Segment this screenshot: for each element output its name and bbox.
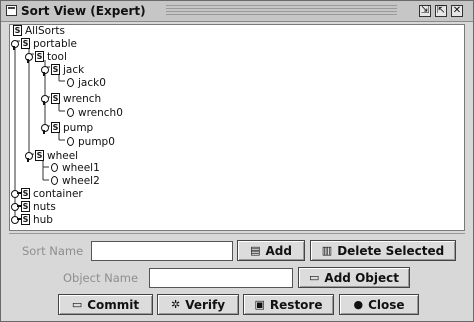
tree-node-tool[interactable]: S tool [25,50,67,63]
restore-icon: ▣ [254,298,265,311]
sort-icon: S [35,51,44,62]
close-label: Close [368,297,405,312]
commit-label: Commit [87,297,140,312]
tree-node-label: wrench0 [78,106,123,119]
tree-node-label: tool [47,50,67,63]
object-icon [51,176,58,185]
sort-name-input[interactable] [91,241,233,261]
object-name-label: Object Name [63,271,139,285]
close-window-icon[interactable]: ✕ [451,5,463,17]
object-icon [67,108,74,117]
tree-node-nuts[interactable]: S nuts [11,200,56,213]
object-icon [51,163,58,172]
tree-node-label: hub [33,213,53,226]
collapsed-handle-icon[interactable] [11,189,21,198]
sort-tree[interactable]: S AllSorts S portable S tool S jack jack… [9,24,465,231]
verify-button[interactable]: ✲ Verify [157,294,239,315]
window-title: Sort View (Expert) [21,4,146,18]
maximize-window-icon[interactable]: ⇱ [435,5,447,17]
tree-node-label: wheel2 [62,174,100,187]
tree-node-pump0[interactable]: pump0 [67,135,115,148]
expanded-handle-icon[interactable] [41,94,49,105]
expanded-handle-icon[interactable] [41,65,49,76]
window-menu-icon[interactable] [6,5,17,16]
tree-node-label: AllSorts [25,24,66,37]
tree-node-label: pump [63,121,94,134]
tree-node-container[interactable]: S container [11,187,83,200]
tree-node-wheel2[interactable]: wheel2 [51,174,100,187]
restore-window-icon[interactable]: ⇲ [419,5,431,17]
object-icon [67,137,74,146]
tree-node-label: wheel1 [62,161,100,174]
sort-view-window: Sort View (Expert) ⇲ ⇱ ✕ S AllSorts S po… [0,0,474,322]
tree-node-jack0[interactable]: jack0 [67,76,106,89]
tree-node-label: jack [63,63,85,76]
tree-node-wheel1[interactable]: wheel1 [51,161,100,174]
add-sort-icon: ▤ [250,244,261,257]
commit-icon: ▭ [71,298,83,311]
tree-node-hub[interactable]: S hub [11,213,53,226]
sort-icon: S [21,38,30,49]
restore-button[interactable]: ▣ Restore [243,294,334,315]
tree-node-jack[interactable]: S jack [41,63,84,76]
tree-node-label: container [33,187,83,200]
add-button[interactable]: ▤ Add [237,240,305,261]
sort-icon: S [13,25,22,36]
tree-node-label: portable [33,37,77,50]
tree-node-label: pump0 [78,135,115,148]
tree-node-portable[interactable]: S portable [11,37,77,50]
tree-node-wrench0[interactable]: wrench0 [67,106,123,119]
expanded-handle-icon[interactable] [25,52,33,63]
close-circle-icon: ● [353,298,364,311]
sort-icon: S [21,214,30,225]
title-bar[interactable]: Sort View (Expert) ⇲ ⇱ ✕ [1,1,473,22]
tree-node-label: wheel [47,149,79,162]
add-button-label: Add [265,243,292,258]
sort-icon: S [51,122,60,133]
verify-icon: ✲ [170,298,181,311]
tree-node-label: nuts [33,200,56,213]
collapsed-handle-icon[interactable] [11,215,21,224]
add-object-icon: ▭ [309,271,320,284]
sort-icon: S [35,150,44,161]
tree-node-label: jack0 [78,76,106,89]
verify-label: Verify [185,297,226,312]
sort-name-label: Sort Name [22,244,84,258]
delete-selected-button[interactable]: ▥ Delete Selected [310,240,456,261]
expanded-handle-icon[interactable] [41,123,49,134]
add-object-button[interactable]: ▭ Add Object [298,267,410,288]
tree-node-label: wrench [63,92,102,105]
object-name-input[interactable] [149,268,293,288]
trash-icon: ▥ [321,244,333,257]
sort-icon: S [51,64,60,75]
expanded-handle-icon[interactable] [11,39,19,50]
panel-divider [9,233,465,234]
expanded-handle-icon[interactable] [25,151,33,162]
restore-label: Restore [269,297,323,312]
add-object-label: Add Object [324,270,399,285]
close-button[interactable]: ● Close [339,294,419,315]
tree-node-allsorts[interactable]: S AllSorts [13,24,66,37]
commit-button[interactable]: ▭ Commit [58,294,153,315]
tree-node-pump[interactable]: S pump [41,121,93,134]
collapsed-handle-icon[interactable] [11,202,21,211]
object-icon [67,78,74,87]
sort-icon: S [21,201,30,212]
sort-icon: S [51,93,60,104]
tree-node-wrench[interactable]: S wrench [41,92,101,105]
sort-icon: S [21,188,30,199]
delete-selected-label: Delete Selected [337,243,445,258]
